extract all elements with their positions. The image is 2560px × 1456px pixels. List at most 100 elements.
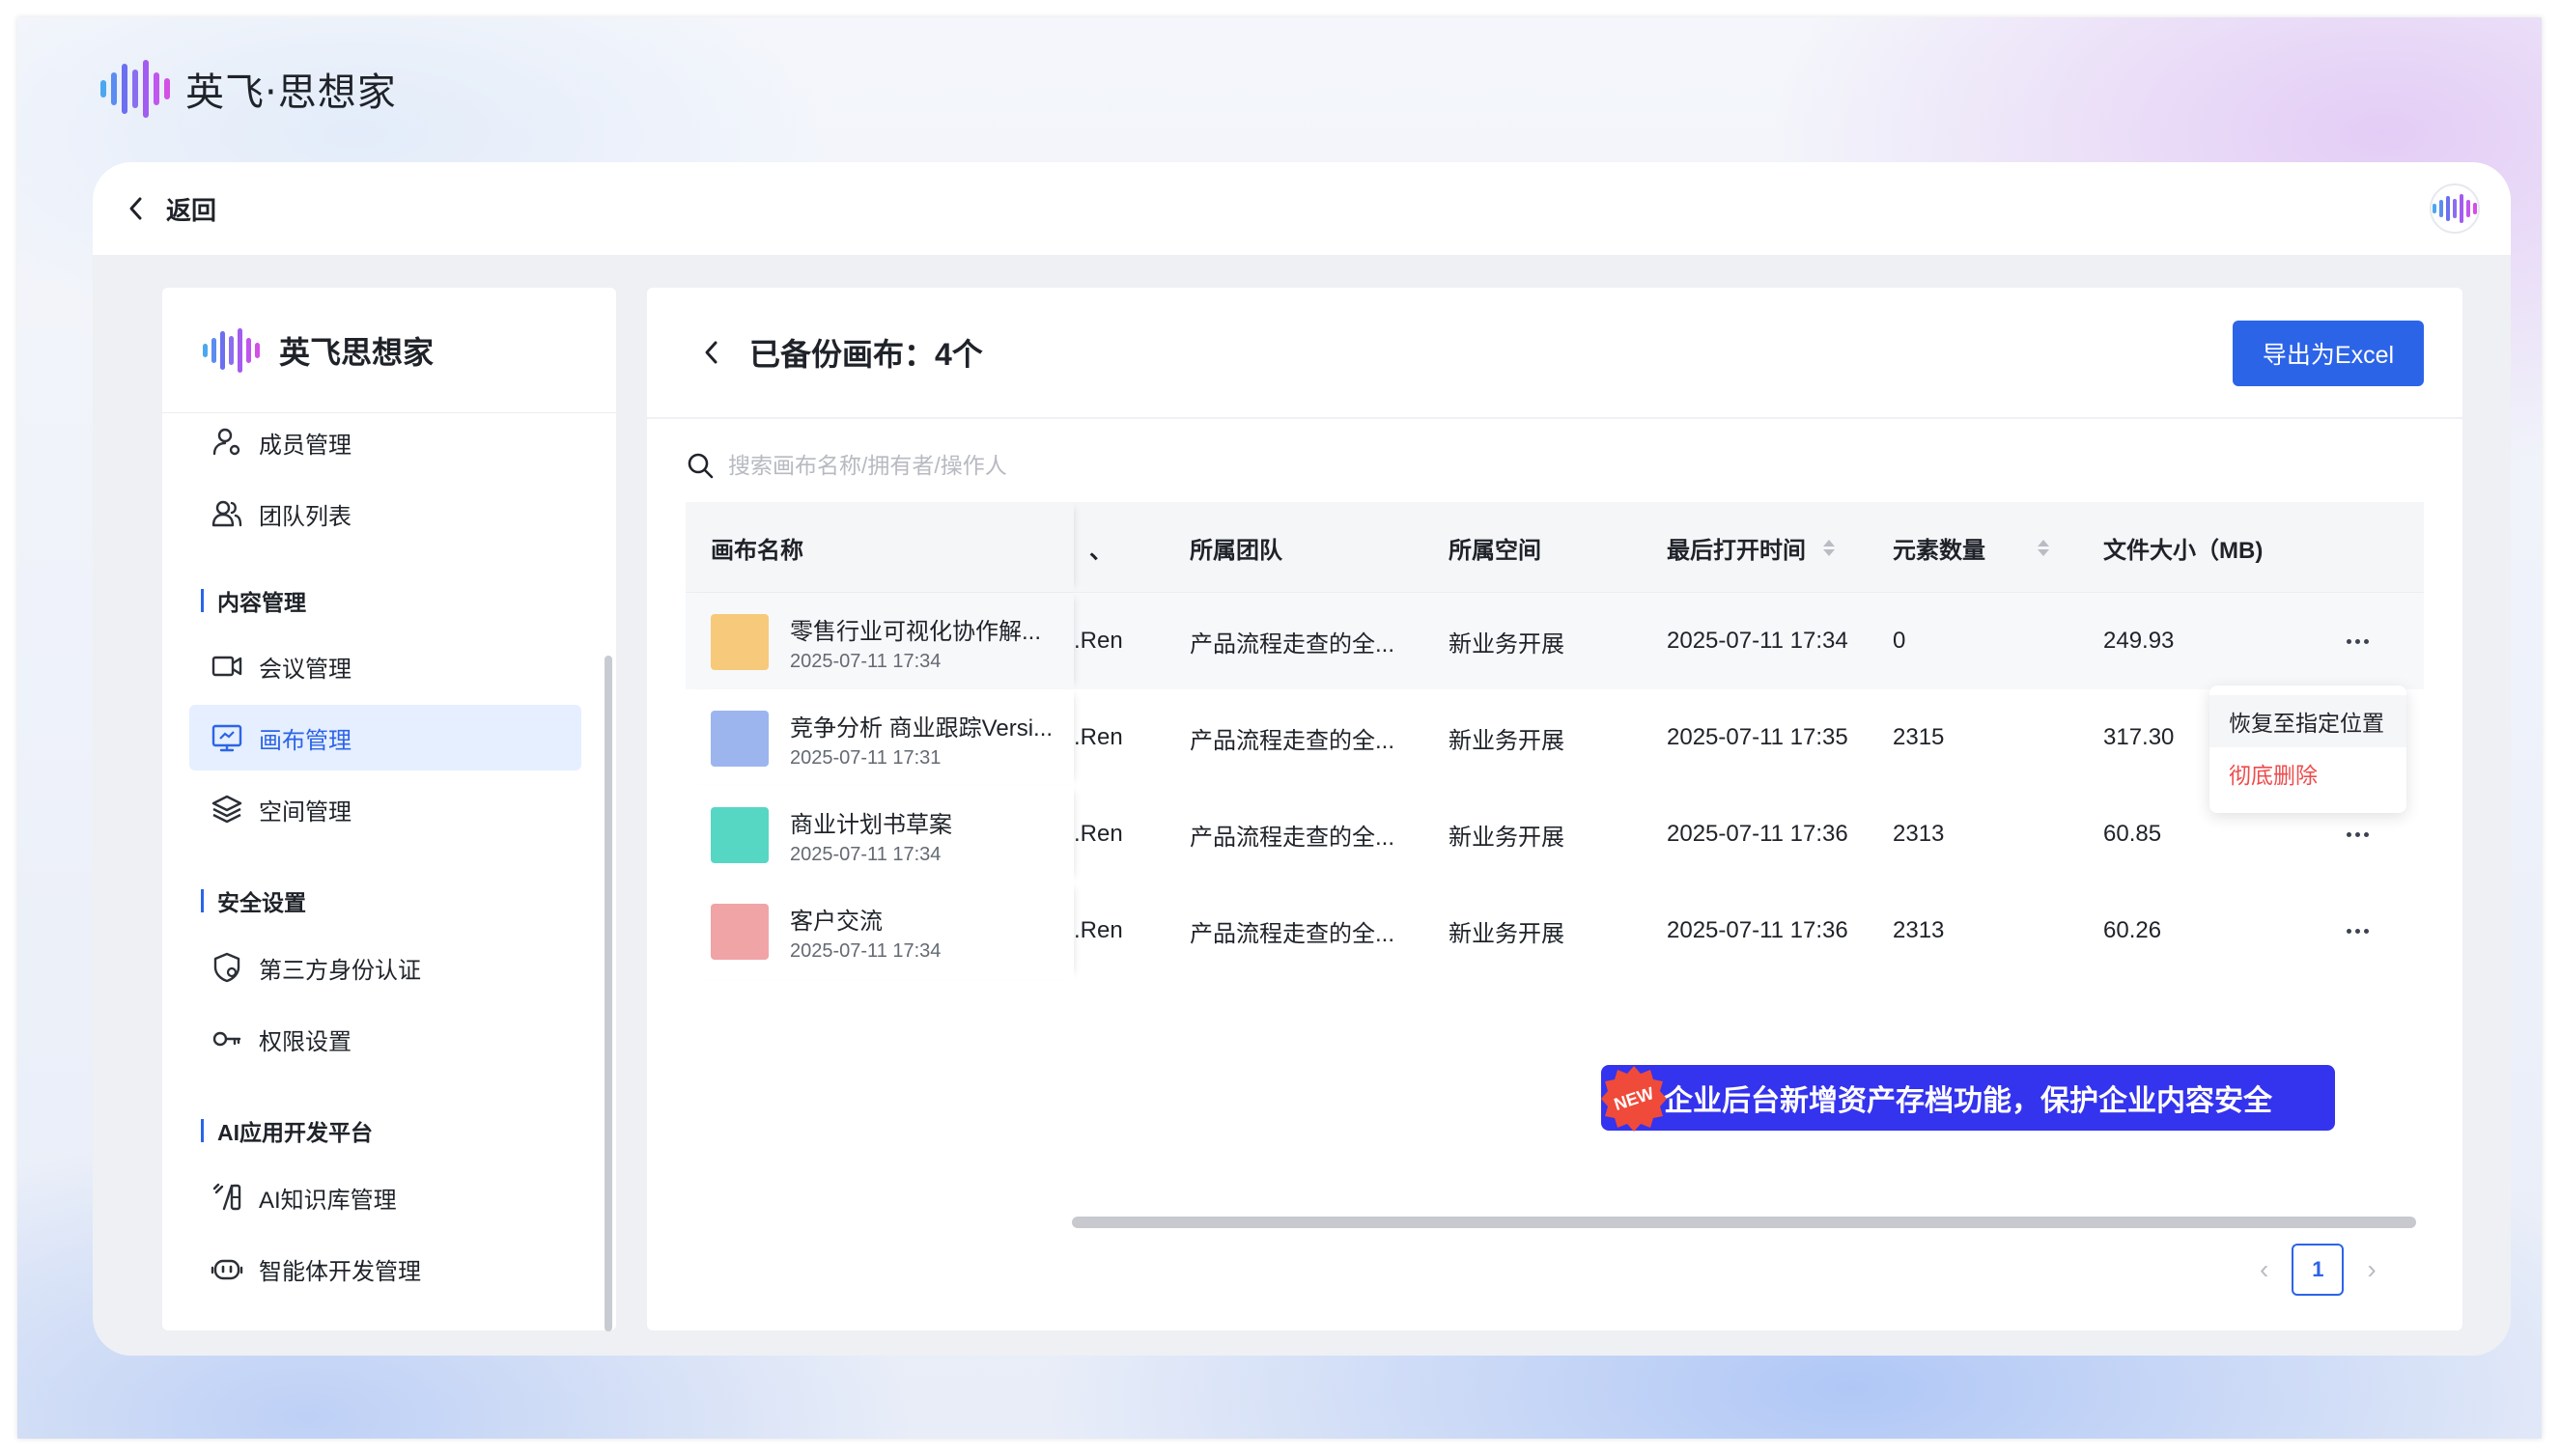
search-bar <box>686 440 1420 490</box>
new-badge-icon: NEW <box>1601 1066 1667 1132</box>
canvas-title[interactable]: 竞争分析 商业跟踪Versi... <box>790 709 1060 742</box>
canvas-thumbnail <box>711 614 769 670</box>
owner-header-fragment: 、 <box>1089 537 1112 564</box>
table-row[interactable]: .Ren 产品流程走查的全... 新业务开展 2025-07-11 17:36 … <box>686 882 2424 979</box>
section-content-management: 内容管理 <box>201 584 306 617</box>
sort-icon[interactable] <box>2038 539 2049 556</box>
canvas-thumbnail <box>711 807 769 863</box>
name-cell: 客户交流 2025-07-11 17:34 <box>686 882 1074 979</box>
section-marker <box>201 1119 204 1142</box>
canvas-date: 2025-07-11 17:34 <box>790 651 942 672</box>
canvas-title[interactable]: 客户交流 <box>790 902 1060 936</box>
section-security: 安全设置 <box>201 884 306 917</box>
section-marker <box>201 589 204 612</box>
col-size: 文件大小（MB) <box>2103 537 2264 564</box>
col-elements[interactable]: 元素数量 <box>1893 502 2049 593</box>
table-row[interactable]: .Ren 产品流程走查的全... 新业务开展 2025-07-11 17:34 … <box>686 593 2424 689</box>
avatar[interactable] <box>2430 183 2480 234</box>
section-marker <box>201 889 204 912</box>
space-cell: 新业务开展 <box>1449 824 1564 851</box>
search-icon <box>688 453 714 479</box>
content-panel: 已备份画布：4个 导出为Excel 、 所属团队 所属空间 最后打开时间 元素数… <box>647 288 2462 1330</box>
canvas-icon <box>211 724 242 752</box>
elements-cell: 2315 <box>1893 724 1945 750</box>
section-label: AI应用开发平台 <box>217 1120 373 1145</box>
restore-menu-item[interactable]: 恢复至指定位置 <box>2209 695 2406 747</box>
next-page-icon[interactable]: › <box>2367 1254 2376 1285</box>
table-header: 、 所属团队 所属空间 最后打开时间 元素数量 文件大小（MB) 画布名称 <box>686 502 2424 593</box>
last-opened-cell: 2025-07-11 17:35 <box>1667 724 1848 750</box>
chevron-left-icon <box>129 197 142 220</box>
owner-cell: .Ren <box>1074 821 1123 847</box>
horizontal-scrollbar[interactable] <box>1072 1217 2416 1228</box>
team-cell: 产品流程走查的全... <box>1190 630 1395 658</box>
size-cell: 60.26 <box>2103 917 2162 943</box>
pagination: ‹ 1 › <box>2260 1244 2377 1296</box>
size-cell: 249.93 <box>2103 628 2175 654</box>
canvas-date: 2025-07-11 17:34 <box>790 844 942 865</box>
size-cell: 317.30 <box>2103 724 2175 750</box>
sidebar-brand-name: 英飞思想家 <box>279 334 435 370</box>
elements-cell: 2313 <box>1893 821 1945 847</box>
delete-menu-item[interactable]: 彻底删除 <box>2209 747 2406 799</box>
elements-cell: 0 <box>1893 628 1906 654</box>
search-input[interactable] <box>728 452 1308 479</box>
content-header: 已备份画布：4个 导出为Excel <box>647 288 2462 419</box>
app-title: 英飞·思想家 <box>185 70 397 115</box>
sidebar-item-label: 权限设置 <box>259 1028 352 1055</box>
video-icon <box>211 656 242 677</box>
sidebar-item-spaces[interactable]: 空间管理 <box>189 776 581 842</box>
sidebar-item-ai-knowledge[interactable]: AI知识库管理 <box>189 1164 581 1230</box>
canvas-title[interactable]: 商业计划书草案 <box>790 805 1060 839</box>
sidebar-item-label: 画布管理 <box>259 727 352 754</box>
prev-page-icon[interactable]: ‹ <box>2260 1254 2268 1285</box>
canvas-date: 2025-07-11 17:34 <box>790 940 942 962</box>
sidebar-scrollbar[interactable] <box>605 656 612 1331</box>
sidebar-item-label: 团队列表 <box>259 503 352 530</box>
sidebar-item-agent-dev[interactable]: 智能体开发管理 <box>189 1236 581 1302</box>
canvas-thumbnail <box>711 904 769 960</box>
table-row[interactable]: .Ren 产品流程走查的全... 新业务开展 2025-07-11 17:36 … <box>686 786 2424 882</box>
export-excel-button[interactable]: 导出为Excel <box>2233 321 2424 386</box>
canvas-date: 2025-07-11 17:31 <box>790 747 942 769</box>
col-space: 所属空间 <box>1449 537 1541 564</box>
canvas-thumbnail <box>711 711 769 767</box>
sidebar-item-label: 成员管理 <box>259 432 352 459</box>
more-actions-icon[interactable] <box>2347 593 2369 689</box>
col-last-opened[interactable]: 最后打开时间 <box>1667 502 1835 593</box>
sidebar-item-label: 空间管理 <box>259 798 352 826</box>
team-cell: 产品流程走查的全... <box>1190 920 1395 947</box>
chevron-left-icon[interactable] <box>701 338 722 367</box>
sidebar-brand: 英飞思想家 <box>162 288 616 413</box>
sidebar-item-teams[interactable]: 团队列表 <box>189 481 581 546</box>
sort-icon[interactable] <box>1823 539 1835 556</box>
wave-logo-icon <box>100 60 170 118</box>
team-cell: 产品流程走查的全... <box>1190 727 1395 754</box>
shield-icon <box>213 952 240 983</box>
more-actions-icon[interactable] <box>2347 882 2369 979</box>
back-button[interactable]: 返回 <box>126 191 216 227</box>
canvas-title[interactable]: 零售行业可视化协作解... <box>790 612 1060 646</box>
card-header: 返回 <box>93 162 2511 255</box>
col-name: 画布名称 <box>711 537 803 564</box>
owner-cell: .Ren <box>1074 628 1123 654</box>
name-cell: 竞争分析 商业跟踪Versi... 2025-07-11 17:31 <box>686 689 1074 786</box>
sidebar-item-canvas[interactable]: 画布管理 <box>189 705 581 770</box>
col-label: 元素数量 <box>1893 537 1985 564</box>
sidebar-item-permissions[interactable]: 权限设置 <box>189 1006 581 1072</box>
sidebar-item-members[interactable]: 成员管理 <box>189 409 581 475</box>
key-icon <box>212 1031 241 1047</box>
sidebar-item-third-party-auth[interactable]: 第三方身份认证 <box>189 935 581 1000</box>
col-name-sticky: 画布名称 <box>686 502 1074 592</box>
canvas-table: 、 所属团队 所属空间 最后打开时间 元素数量 文件大小（MB) 画布名称 .R <box>686 502 2424 985</box>
section-ai-platform: AI应用开发平台 <box>201 1114 373 1147</box>
section-label: 内容管理 <box>217 590 306 615</box>
table-row[interactable]: .Ren 产品流程走查的全... 新业务开展 2025-07-11 17:35 … <box>686 689 2424 786</box>
last-opened-cell: 2025-07-11 17:36 <box>1667 917 1848 943</box>
wave-logo-icon <box>2433 194 2477 223</box>
elements-cell: 2313 <box>1893 917 1945 943</box>
section-label: 安全设置 <box>217 890 306 915</box>
page-number-button[interactable]: 1 <box>2292 1244 2345 1296</box>
page-title: 已备份画布：4个 <box>749 337 983 372</box>
sidebar-item-meetings[interactable]: 会议管理 <box>189 633 581 699</box>
